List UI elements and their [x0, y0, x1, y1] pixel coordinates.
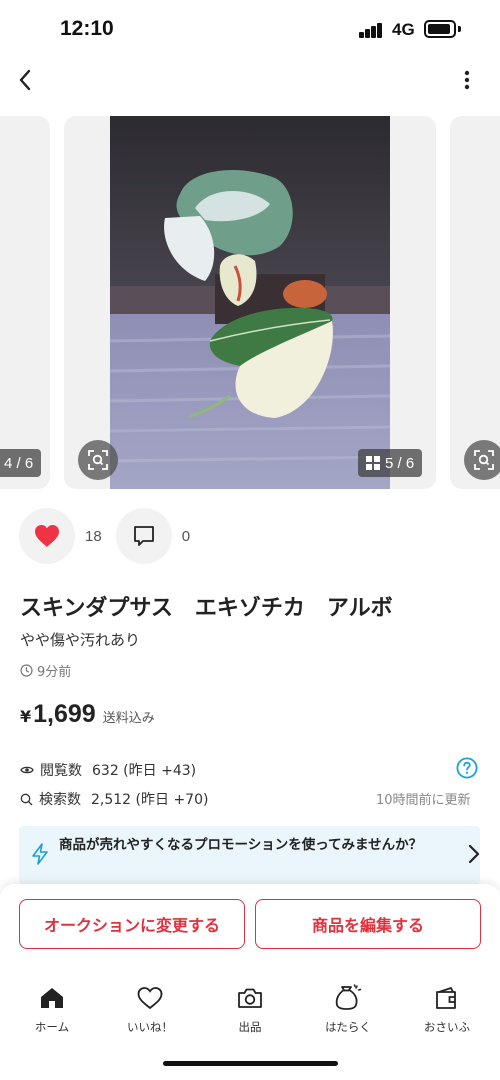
like-count: 18 — [85, 527, 102, 545]
comment-count: 0 — [181, 527, 191, 545]
help-button[interactable] — [456, 757, 478, 779]
bottom-action-sheet: オークションに変更する 商品を編集する ホーム いいね！ 出品 はたらく おさい… — [0, 884, 500, 1080]
posted-time-text: 9分前 — [37, 665, 72, 680]
action-row: 18 0 — [19, 508, 204, 564]
battery-cap — [458, 26, 461, 32]
clock-icon — [20, 664, 33, 677]
zoom-scan-icon — [88, 450, 108, 470]
back-button[interactable] — [10, 64, 40, 96]
more-menu-button[interactable] — [452, 64, 482, 96]
status-time: 12:10 — [60, 17, 114, 40]
previous-photo-slide[interactable]: 4 / 6 — [0, 116, 50, 489]
views-stat: 閲覧数 632 (昨日 +43) — [20, 760, 196, 780]
photo-counter[interactable]: 5 / 6 — [358, 449, 423, 477]
price: ¥ 1,699 送料込み — [20, 700, 155, 729]
photo-counter-text: 5 / 6 — [385, 454, 415, 472]
signal-icon — [359, 22, 385, 38]
product-condition: やや傷や汚れあり — [20, 631, 141, 649]
photo-carousel[interactable]: 4 / 6 5 / 6 — [0, 116, 500, 489]
network-label: 4G — [392, 20, 415, 39]
tab-work[interactable]: はたらく — [298, 983, 398, 1043]
money-bag-icon — [333, 983, 363, 1013]
prev-photo-counter: 4 / 6 — [0, 449, 42, 477]
price-currency: ¥ — [20, 707, 32, 726]
tab-label: はたらく — [325, 1020, 371, 1034]
wallet-icon — [432, 983, 462, 1013]
views-label: 閲覧数 — [40, 763, 82, 779]
like-button[interactable] — [19, 508, 75, 564]
promotion-banner[interactable]: 商品が売れやすくなるプロモーションを使ってみませんか？ — [19, 826, 480, 884]
product-photo — [110, 116, 390, 489]
comment-icon — [133, 526, 154, 546]
lightning-icon — [32, 843, 48, 865]
battery-icon — [424, 20, 456, 38]
change-to-auction-button[interactable]: オークションに変更する — [19, 899, 245, 949]
tab-label: いいね！ — [127, 1020, 173, 1034]
zoom-button[interactable] — [78, 440, 118, 480]
tab-bar: ホーム いいね！ 出品 はたらく おさいふ — [0, 983, 500, 1043]
grid-icon — [366, 456, 380, 470]
updated-time: 10時間前に更新 — [376, 793, 471, 808]
heart-outline-icon — [135, 983, 165, 1013]
search-stat: 検索数 2,512 (昨日 +70) — [20, 789, 208, 809]
tab-wallet[interactable]: おさいふ — [397, 983, 497, 1043]
zoom-scan-icon — [474, 450, 494, 470]
edit-item-button[interactable]: 商品を編集する — [255, 899, 481, 949]
home-icon — [37, 983, 67, 1013]
home-indicator — [163, 1061, 338, 1066]
search-icon — [20, 793, 33, 805]
promotion-text: 商品が売れやすくなるプロモーションを使ってみませんか？ — [59, 837, 423, 853]
views-value: 632 (昨日 +43) — [92, 763, 197, 779]
heart-filled-icon — [35, 525, 59, 547]
search-value: 2,512 (昨日 +70) — [91, 792, 209, 808]
comment-button[interactable] — [115, 508, 172, 564]
more-vertical-icon — [464, 70, 470, 90]
tab-label: ホーム — [34, 1020, 70, 1034]
price-amount: 1,699 — [33, 700, 96, 728]
product-title: スキンダプサス エキゾチカ アルボ — [20, 596, 393, 621]
chevron-left-icon — [19, 69, 31, 91]
eye-icon — [20, 766, 34, 774]
tab-sell[interactable]: 出品 — [200, 983, 300, 1043]
help-icon — [456, 757, 478, 779]
posted-time: 9分前 — [20, 661, 71, 680]
next-zoom-button[interactable] — [464, 440, 500, 480]
tab-label: 出品 — [238, 1020, 262, 1034]
status-bar: 12:10 4G — [0, 0, 500, 58]
next-photo-slide[interactable] — [450, 116, 500, 489]
tab-home[interactable]: ホーム — [2, 983, 102, 1043]
tab-label: おさいふ — [424, 1020, 470, 1034]
shipping-note: 送料込み — [102, 711, 155, 726]
search-label: 検索数 — [39, 792, 81, 808]
current-photo-slide[interactable]: 5 / 6 — [64, 116, 436, 489]
tab-likes[interactable]: いいね！ — [100, 983, 200, 1043]
camera-icon — [235, 983, 265, 1013]
chevron-right-icon — [468, 844, 480, 864]
